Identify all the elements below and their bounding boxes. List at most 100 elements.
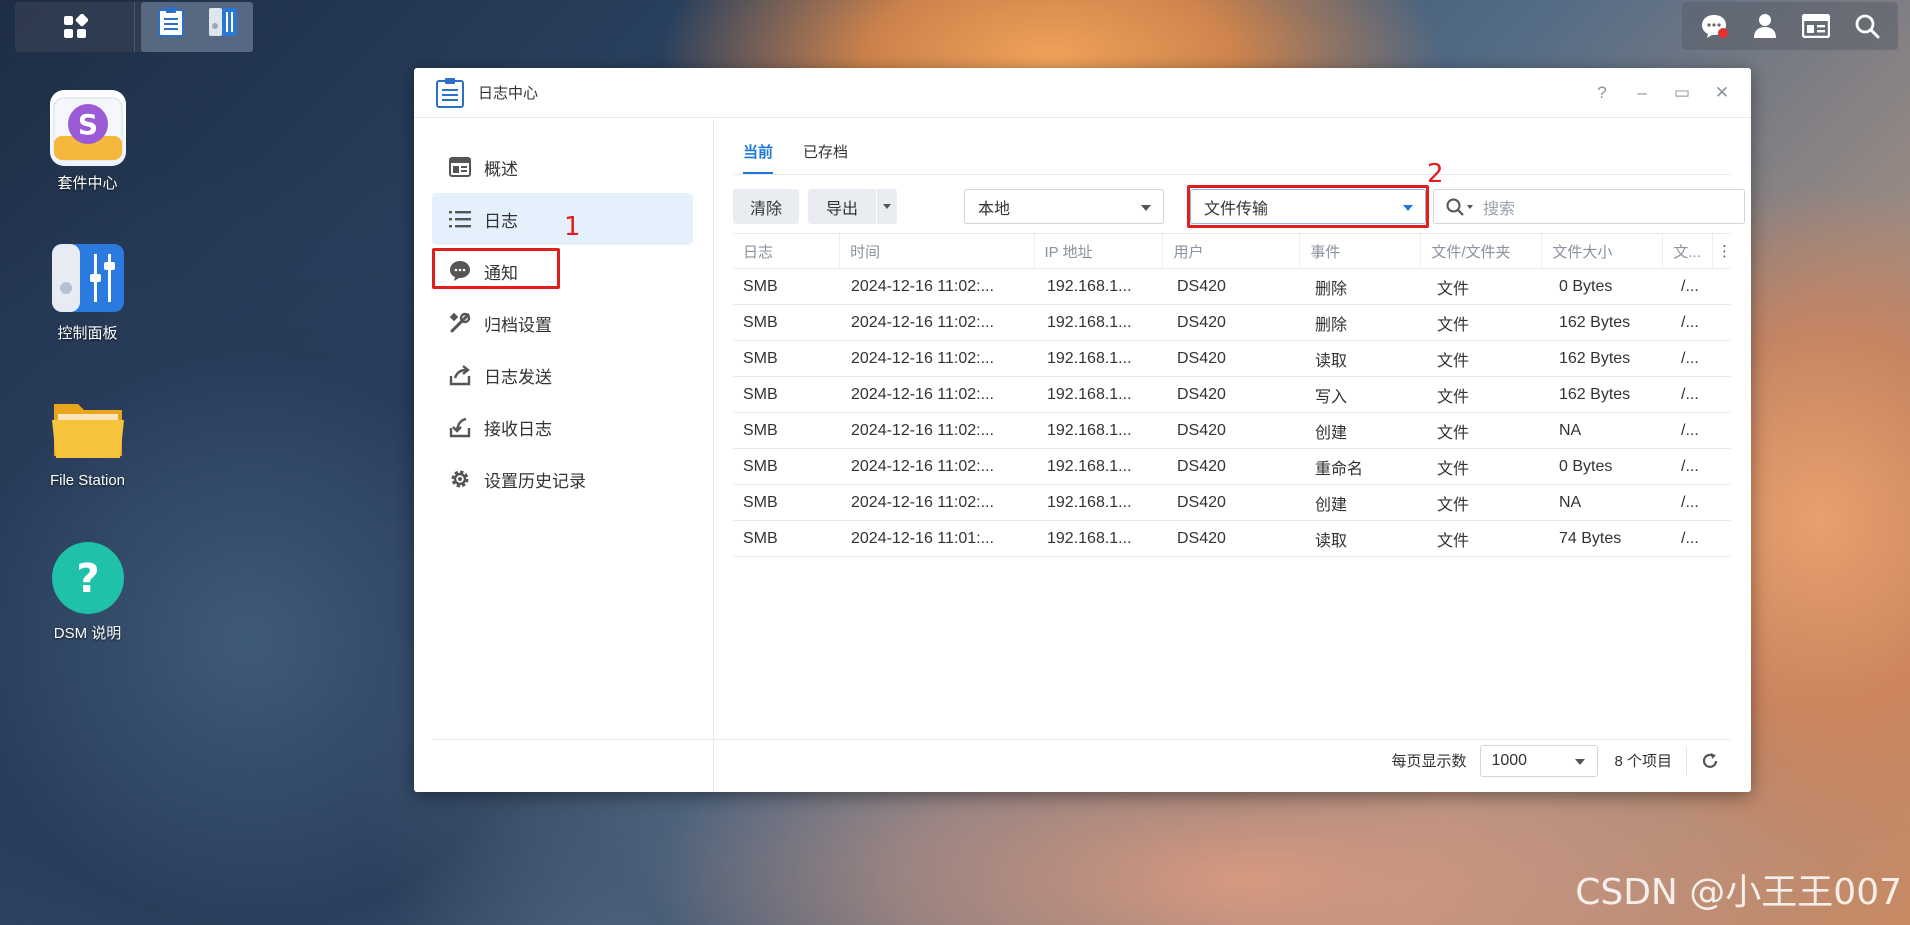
table-row[interactable]: SMB 2024-12-16 11:02:... 192.168.1... DS420… xyxy=(733,449,1731,485)
taskbar xyxy=(15,2,253,52)
table-cell: /... xyxy=(1681,385,1699,403)
window-title: 日志中心 xyxy=(478,85,539,102)
column-header[interactable]: 文件/文件夹 xyxy=(1421,234,1543,268)
search-input[interactable]: 搜索 xyxy=(1483,195,1515,219)
log-center-window: 日志中心 ? – ▭ ✕ 概述 日志 通知 归档设置 日志发送 接收日志 设置历… xyxy=(414,68,1751,792)
overview-icon xyxy=(448,155,472,179)
table-cell: 文件 xyxy=(1437,280,1470,298)
taskbar-apps xyxy=(141,2,253,52)
table-cell: 读取 xyxy=(1315,352,1348,370)
table-cell: 重命名 xyxy=(1315,460,1364,478)
column-header[interactable]: 用户 xyxy=(1163,234,1301,268)
window-controls: ? – ▭ ✕ xyxy=(1591,68,1733,118)
widgets-button[interactable] xyxy=(1796,6,1836,46)
table-cell: NA xyxy=(1559,493,1582,511)
search-icon xyxy=(1855,14,1879,39)
main-menu-button[interactable] xyxy=(15,2,135,52)
table-cell: 2024-12-16 11:02:... xyxy=(851,277,994,295)
table-cell: 文件 xyxy=(1437,352,1470,370)
source-select[interactable]: 本地 xyxy=(964,189,1164,224)
sidebar-item-label: 设置历史记录 xyxy=(484,471,586,491)
widgets-icon xyxy=(1801,14,1830,38)
table-row[interactable]: SMB 2024-12-16 11:02:... 192.168.1... DS420… xyxy=(733,341,1731,377)
maximize-button[interactable]: ▭ xyxy=(1671,82,1693,104)
column-header[interactable]: IP 地址 xyxy=(1035,234,1164,268)
table-body: SMB 2024-12-16 11:02:... 192.168.1... DS420… xyxy=(733,269,1731,557)
desktop-icon-dsm-help[interactable]: ? DSM 说明 xyxy=(30,540,145,643)
table-cell: 写入 xyxy=(1315,388,1348,406)
refresh-button[interactable] xyxy=(1701,752,1719,770)
minimize-button[interactable]: – xyxy=(1631,82,1653,104)
desktop-icon-package-center[interactable]: S 套件中心 xyxy=(30,90,145,193)
table-cell: /... xyxy=(1681,529,1699,547)
sidebar-item-logs[interactable]: 日志 xyxy=(432,193,693,245)
table-cell: SMB xyxy=(743,421,778,439)
column-header[interactable]: 文... xyxy=(1663,234,1714,268)
upload-icon xyxy=(448,363,472,387)
sidebar: 概述 日志 通知 归档设置 日志发送 接收日志 设置历史记录 1 xyxy=(414,119,714,792)
highlight-box-2 xyxy=(1187,185,1429,228)
sidebar-item-log-sending[interactable]: 日志发送 xyxy=(432,349,693,401)
table-row[interactable]: SMB 2024-12-16 11:02:... 192.168.1... DS420… xyxy=(733,413,1731,449)
sidebar-item-label: 日志发送 xyxy=(484,367,552,387)
table-cell: 192.168.1... xyxy=(1047,277,1132,295)
column-header[interactable]: 日志 xyxy=(733,234,841,268)
tab-current[interactable]: 当前 xyxy=(743,141,774,174)
table-row[interactable]: SMB 2024-12-16 11:02:... 192.168.1... DS420… xyxy=(733,269,1731,305)
sidebar-item-overview[interactable]: 概述 xyxy=(432,141,693,193)
sidebar-item-settings-history[interactable]: 设置历史记录 xyxy=(432,453,693,505)
table-cell: SMB xyxy=(743,457,778,475)
tab-archived[interactable]: 已存档 xyxy=(803,141,848,174)
table-row[interactable]: SMB 2024-12-16 11:02:... 192.168.1... DS420… xyxy=(733,305,1731,341)
table-header: 日志 时间 IP 地址 用户 事件 文件/文件夹 文件大小 文... ⋮ xyxy=(733,233,1732,269)
chevron-down-icon[interactable] xyxy=(1467,204,1473,209)
table-cell: 162 Bytes xyxy=(1559,349,1631,367)
desktop-icon-file-station[interactable]: File Station xyxy=(30,390,145,489)
table-cell: 162 Bytes xyxy=(1559,385,1631,403)
notifications-button[interactable] xyxy=(1694,6,1734,46)
column-header[interactable]: 时间 xyxy=(840,234,1035,268)
system-tray xyxy=(1682,2,1898,50)
taskbar-log-center[interactable] xyxy=(149,2,193,42)
close-button[interactable]: ✕ xyxy=(1711,82,1733,104)
table-cell: /... xyxy=(1681,349,1699,367)
clear-button[interactable]: 清除 xyxy=(733,189,799,224)
taskbar-control-panel[interactable] xyxy=(201,2,245,42)
table-row[interactable]: SMB 2024-12-16 11:01:... 192.168.1... DS420… xyxy=(733,521,1731,557)
table-row[interactable]: SMB 2024-12-16 11:02:... 192.168.1... DS420… xyxy=(733,485,1731,521)
table-cell: DS420 xyxy=(1177,313,1226,331)
refresh-icon xyxy=(1702,752,1718,768)
sidebar-item-label: 归档设置 xyxy=(484,315,552,335)
log-center-icon xyxy=(436,77,464,108)
sidebar-item-receive-logs[interactable]: 接收日志 xyxy=(432,401,693,453)
package-center-icon: S xyxy=(49,90,126,166)
search-button[interactable] xyxy=(1847,6,1887,46)
column-header[interactable]: 事件 xyxy=(1300,234,1422,268)
table-row[interactable]: SMB 2024-12-16 11:02:... 192.168.1... DS420… xyxy=(733,377,1731,413)
help-button[interactable]: ? xyxy=(1591,82,1613,104)
column-menu-icon[interactable]: ⋮ xyxy=(1713,234,1732,268)
search-icon xyxy=(1446,198,1464,216)
search-box[interactable]: 搜索 xyxy=(1433,189,1745,224)
table-cell: 74 Bytes xyxy=(1559,529,1622,547)
table-cell: 文件 xyxy=(1437,388,1470,406)
sidebar-item-label: 接收日志 xyxy=(484,419,552,439)
help-icon: ? xyxy=(50,540,126,616)
column-header[interactable]: 文件大小 xyxy=(1542,234,1664,268)
annotation-2: 2 xyxy=(1427,159,1444,189)
table-cell: 192.168.1... xyxy=(1047,313,1132,331)
sidebar-item-archive-settings[interactable]: 归档设置 xyxy=(432,297,693,349)
per-page-select[interactable]: 1000 xyxy=(1480,744,1599,777)
window-titlebar[interactable]: 日志中心 ? – ▭ ✕ xyxy=(414,68,1751,118)
svg-text:S: S xyxy=(77,108,97,141)
desktop-icon-label: DSM 说明 xyxy=(53,625,122,642)
chevron-down-icon xyxy=(1141,205,1151,211)
table-cell: 2024-12-16 11:02:... xyxy=(851,313,994,331)
export-dropdown-button[interactable] xyxy=(877,189,897,224)
export-button[interactable]: 导出 xyxy=(808,189,876,224)
svg-text:?: ? xyxy=(76,556,99,602)
desktop-icon-control-panel[interactable]: 控制面板 xyxy=(30,240,145,343)
user-button[interactable] xyxy=(1745,6,1785,46)
table-cell: 192.168.1... xyxy=(1047,421,1132,439)
control-panel-icon xyxy=(209,8,237,36)
